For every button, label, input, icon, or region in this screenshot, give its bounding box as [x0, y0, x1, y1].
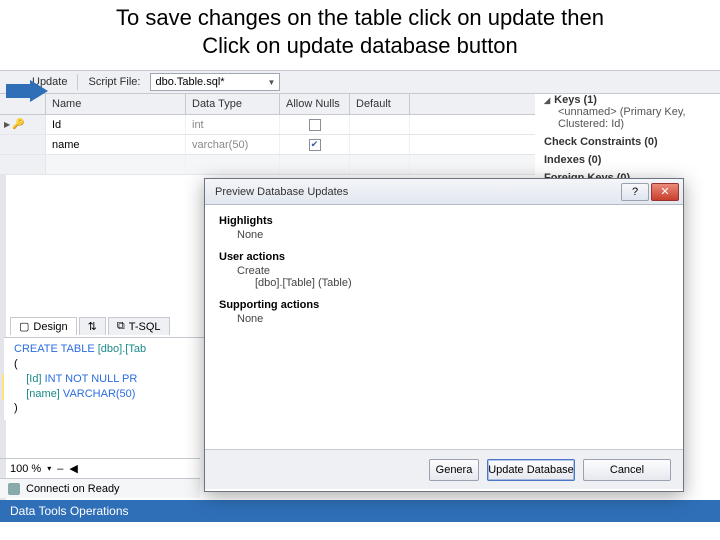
cell-name[interactable] — [46, 155, 186, 174]
check-constraints-header[interactable]: Check Constraints (0) — [544, 136, 714, 148]
col-header-name[interactable]: Name — [46, 94, 186, 114]
toolbar-divider — [77, 74, 78, 90]
supporting-none: None — [219, 313, 669, 325]
sql-line: [Id] INT NOT NULL PR — [14, 372, 194, 387]
keys-label: Keys (1) — [554, 94, 597, 106]
sql-editor[interactable]: CREATE TABLE [dbo].[Tab ( [Id] INT NOT N… — [4, 337, 204, 420]
indexes-header[interactable]: Indexes (0) — [544, 154, 714, 166]
preview-updates-dialog: Preview Database Updates ? ✕ Highlights … — [204, 178, 684, 492]
col-header-type[interactable]: Data Type — [186, 94, 280, 114]
status-text: Connecti on Ready — [26, 483, 120, 495]
designer-tabs: ▢ Design ⇅ ⧉ T-SQL — [0, 315, 170, 337]
update-database-button[interactable]: Update Database — [487, 459, 575, 481]
sql-kw: VARCHAR(50) — [63, 388, 136, 400]
cancel-button[interactable]: Cancel — [583, 459, 671, 481]
scriptfile-combo[interactable]: dbo.Table.sql* ▼ — [150, 73, 280, 91]
bottom-panel-label: Data Tools Operations — [10, 504, 129, 518]
scriptfile-label: Script File: — [88, 76, 140, 88]
cell-nulls[interactable] — [280, 115, 350, 134]
dialog-title: Preview Database Updates — [215, 186, 348, 198]
cell-type[interactable] — [186, 155, 280, 174]
generate-script-button[interactable]: Genera — [429, 459, 479, 481]
table-side-panel: ◢ Keys (1) <unnamed> (Primary Key, Cluste… — [544, 94, 714, 190]
instruction-line-1: To save changes on the table click on up… — [116, 5, 604, 30]
checkbox-unchecked[interactable] — [309, 119, 321, 131]
cell-nulls[interactable] — [280, 155, 350, 174]
row-header[interactable] — [0, 135, 46, 154]
section-highlights: Highlights — [219, 215, 669, 227]
tab-design[interactable]: ▢ Design — [10, 317, 77, 335]
cell-default[interactable] — [350, 115, 410, 134]
cell-default[interactable] — [350, 155, 410, 174]
chevron-down-icon[interactable]: ▾ — [47, 464, 51, 473]
dialog-body: Highlights None User actions Create [dbo… — [205, 205, 683, 449]
bottom-panel-tab[interactable]: Data Tools Operations — [0, 500, 720, 522]
cell-name[interactable]: Id — [46, 115, 186, 134]
tab-label: Design — [33, 321, 67, 333]
grid-header: Name Data Type Allow Nulls Default — [0, 94, 535, 115]
row-header[interactable]: ▶ 🔑 — [0, 115, 46, 134]
table-row-empty[interactable] — [0, 155, 535, 175]
keys-item[interactable]: <unnamed> (Primary Key, Clustered: Id) — [544, 106, 714, 130]
col-header-default[interactable]: Default — [350, 94, 410, 114]
tab-sql[interactable]: ⧉ T-SQL — [108, 317, 170, 335]
row-header[interactable] — [0, 155, 46, 174]
plug-icon — [8, 483, 20, 495]
designer-toolbar: Update Script File: dbo.Table.sql* ▼ — [0, 70, 720, 94]
dialog-controls: ? ✕ — [621, 183, 679, 201]
tab-label: T-SQL — [129, 321, 161, 333]
cell-name[interactable]: name — [46, 135, 186, 154]
chevron-down-icon: ▼ — [268, 78, 276, 87]
collapse-icon: ◢ — [544, 96, 550, 105]
dialog-footer: Genera Update Database Cancel — [205, 449, 683, 489]
col-header-nulls[interactable]: Allow Nulls — [280, 94, 350, 114]
table-row[interactable]: name varchar(50) ✔ — [0, 135, 535, 155]
zoom-value[interactable]: 100 % — [10, 463, 41, 475]
highlights-none: None — [219, 229, 669, 241]
checkbox-checked[interactable]: ✔ — [309, 139, 321, 151]
sql-line: CREATE TABLE [dbo].[Tab — [14, 342, 194, 357]
sql-line: [name] VARCHAR(50) — [14, 387, 194, 402]
section-user-actions: User actions — [219, 251, 669, 263]
sql-line: ( — [14, 357, 194, 372]
instruction-title: To save changes on the table click on up… — [0, 0, 720, 61]
find-icon[interactable]: ◀ — [69, 462, 77, 475]
key-icon: 🔑 — [12, 119, 24, 130]
sql-kw: CREATE TABLE — [14, 343, 98, 355]
columns-grid: Name Data Type Allow Nulls Default ▶ 🔑 I… — [0, 94, 535, 175]
sql-line: ) — [14, 401, 194, 416]
cell-type[interactable]: int — [186, 115, 280, 134]
help-button[interactable]: ? — [621, 183, 649, 201]
tab-split[interactable]: ⇅ — [79, 317, 106, 335]
cell-type[interactable]: varchar(50) — [186, 135, 280, 154]
instruction-line-2: Click on update database button — [202, 33, 518, 58]
table-row[interactable]: ▶ 🔑 Id int — [0, 115, 535, 135]
split-icon: ⇅ — [88, 320, 97, 333]
dialog-titlebar[interactable]: Preview Database Updates ? ✕ — [205, 179, 683, 205]
cell-nulls[interactable]: ✔ — [280, 135, 350, 154]
keys-header[interactable]: ◢ Keys (1) — [544, 94, 714, 106]
sql-id: [name] — [26, 388, 63, 400]
user-action-create: Create — [219, 265, 669, 277]
pointer-arrow — [6, 80, 48, 105]
scriptfile-value: dbo.Table.sql* — [155, 76, 224, 88]
connection-status: Connecti on Ready — [0, 478, 200, 498]
zoom-dash: – — [57, 463, 63, 475]
zoom-bar: 100 % ▾ – ◀ — [0, 458, 200, 478]
cell-default[interactable] — [350, 135, 410, 154]
current-row-icon: ▶ — [4, 120, 10, 129]
user-action-item: [dbo].[Table] (Table) — [219, 277, 669, 289]
close-button[interactable]: ✕ — [651, 183, 679, 201]
section-supporting: Supporting actions — [219, 299, 669, 311]
sql-id: [dbo].[Tab — [98, 343, 146, 355]
sql-id: [Id] — [26, 373, 44, 385]
sql-kw: INT NOT NULL PR — [45, 373, 138, 385]
